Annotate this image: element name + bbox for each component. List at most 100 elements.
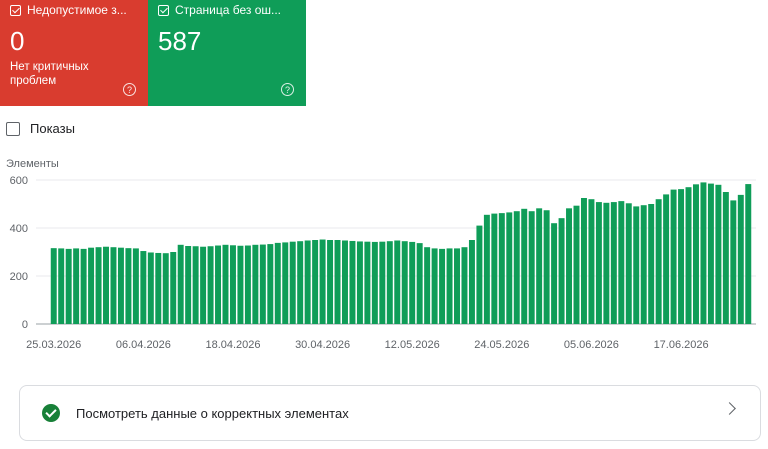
- chart-bar[interactable]: [125, 248, 132, 324]
- chart-bar[interactable]: [416, 243, 423, 324]
- chart-bar[interactable]: [468, 240, 475, 324]
- chart-bar[interactable]: [625, 203, 632, 324]
- chart-bar[interactable]: [700, 182, 707, 324]
- chart-bar[interactable]: [110, 247, 117, 324]
- chart-bar[interactable]: [371, 241, 378, 324]
- chart-bar[interactable]: [431, 248, 438, 324]
- chart-bar[interactable]: [648, 204, 655, 324]
- chart-bar[interactable]: [229, 245, 236, 324]
- chart-bar[interactable]: [267, 244, 274, 324]
- chart-bar[interactable]: [140, 251, 147, 324]
- chart-bar[interactable]: [356, 241, 363, 324]
- chart-bar[interactable]: [73, 248, 80, 324]
- chart-bar[interactable]: [491, 213, 498, 324]
- chart-bar[interactable]: [640, 205, 647, 324]
- chart-bar[interactable]: [573, 205, 580, 324]
- invalid-items-card[interactable]: Недопустимое з... 0 Нет критичных пробле…: [0, 0, 148, 106]
- chart-bar[interactable]: [192, 246, 199, 324]
- chart-bar[interactable]: [678, 189, 685, 324]
- chart-bar[interactable]: [259, 244, 266, 324]
- chart-bar[interactable]: [297, 241, 304, 324]
- chart-bar[interactable]: [312, 240, 319, 324]
- chart-bar[interactable]: [588, 199, 595, 324]
- chart-bar[interactable]: [170, 252, 177, 324]
- chart-bar[interactable]: [289, 241, 296, 324]
- chart-bar[interactable]: [446, 248, 453, 324]
- chart-bar[interactable]: [394, 240, 401, 324]
- impressions-toggle[interactable]: Показы: [6, 121, 75, 136]
- chart-bar[interactable]: [88, 247, 95, 324]
- chart-bar[interactable]: [536, 208, 543, 324]
- chart-bar[interactable]: [439, 248, 446, 324]
- chart-bar[interactable]: [103, 246, 109, 324]
- chart-bar[interactable]: [207, 246, 214, 324]
- chart-bar[interactable]: [663, 194, 670, 324]
- chart-bar[interactable]: [58, 248, 65, 324]
- chart-bar[interactable]: [543, 210, 550, 324]
- chart-bar[interactable]: [237, 245, 244, 324]
- chart-bar[interactable]: [655, 199, 662, 324]
- chart-bar[interactable]: [244, 245, 251, 324]
- chart-bar[interactable]: [722, 192, 729, 324]
- help-icon[interactable]: ?: [123, 83, 136, 96]
- chart-bar[interactable]: [745, 184, 752, 324]
- chart-bar[interactable]: [215, 245, 222, 324]
- chart-bar[interactable]: [65, 248, 72, 324]
- chart-bar[interactable]: [185, 246, 192, 324]
- chart-bar[interactable]: [342, 240, 348, 324]
- chart-bar[interactable]: [670, 189, 677, 324]
- chart-bar[interactable]: [506, 212, 513, 324]
- help-icon[interactable]: ?: [281, 83, 294, 96]
- chart-bar[interactable]: [498, 213, 505, 324]
- chart-bar[interactable]: [580, 198, 587, 324]
- chart-bar[interactable]: [513, 211, 520, 324]
- chart-bar[interactable]: [633, 206, 640, 324]
- chart-bar[interactable]: [132, 248, 139, 324]
- chart-bar[interactable]: [282, 242, 289, 324]
- chart-bar[interactable]: [327, 240, 334, 324]
- chart-bar[interactable]: [595, 202, 602, 324]
- chart-bar[interactable]: [252, 244, 259, 324]
- chart-bar[interactable]: [50, 248, 57, 324]
- chart-bar[interactable]: [364, 241, 371, 324]
- chart-bar[interactable]: [551, 223, 558, 324]
- chart-bar[interactable]: [610, 202, 617, 324]
- chart-bar[interactable]: [334, 240, 341, 324]
- chart-bar[interactable]: [707, 183, 714, 324]
- chart-bar[interactable]: [685, 187, 692, 324]
- chart-bar[interactable]: [424, 247, 431, 324]
- chart-bar[interactable]: [200, 246, 207, 324]
- chart-bar[interactable]: [177, 244, 184, 324]
- chart-bar[interactable]: [730, 200, 737, 324]
- chart-bar[interactable]: [618, 201, 625, 324]
- chart-bar[interactable]: [737, 194, 744, 324]
- chart-bar[interactable]: [715, 184, 722, 324]
- chart-bar[interactable]: [521, 208, 528, 324]
- chart-bar[interactable]: [147, 252, 154, 324]
- checkbox-checked-icon[interactable]: [158, 4, 169, 16]
- view-valid-items-link[interactable]: Посмотреть данные о корректных элементах: [19, 385, 761, 441]
- chart-bar[interactable]: [693, 184, 699, 324]
- chart-bar[interactable]: [80, 248, 87, 324]
- chart-bar[interactable]: [274, 242, 281, 324]
- checkbox-unchecked-icon[interactable]: [6, 121, 20, 136]
- chart-bar[interactable]: [162, 253, 169, 324]
- chart-bar[interactable]: [117, 247, 124, 324]
- chart-bar[interactable]: [222, 244, 229, 324]
- chart-bar[interactable]: [386, 241, 393, 324]
- chart-bar[interactable]: [304, 240, 311, 324]
- chart-bar[interactable]: [409, 241, 416, 324]
- checkbox-checked-icon[interactable]: [10, 4, 21, 16]
- chart-bar[interactable]: [476, 225, 483, 324]
- valid-items-card[interactable]: Страница без ош... 587 ?: [148, 0, 306, 106]
- chart-bar[interactable]: [461, 247, 468, 324]
- chart-bar[interactable]: [454, 248, 460, 324]
- chart-bar[interactable]: [95, 247, 102, 324]
- chart-bar[interactable]: [528, 211, 535, 324]
- chart-bar[interactable]: [379, 241, 386, 324]
- chart-bar[interactable]: [349, 240, 356, 324]
- chart-bar[interactable]: [566, 208, 573, 324]
- chart-bar[interactable]: [483, 214, 490, 324]
- chart-bar[interactable]: [401, 241, 408, 324]
- chart-bar[interactable]: [603, 202, 610, 324]
